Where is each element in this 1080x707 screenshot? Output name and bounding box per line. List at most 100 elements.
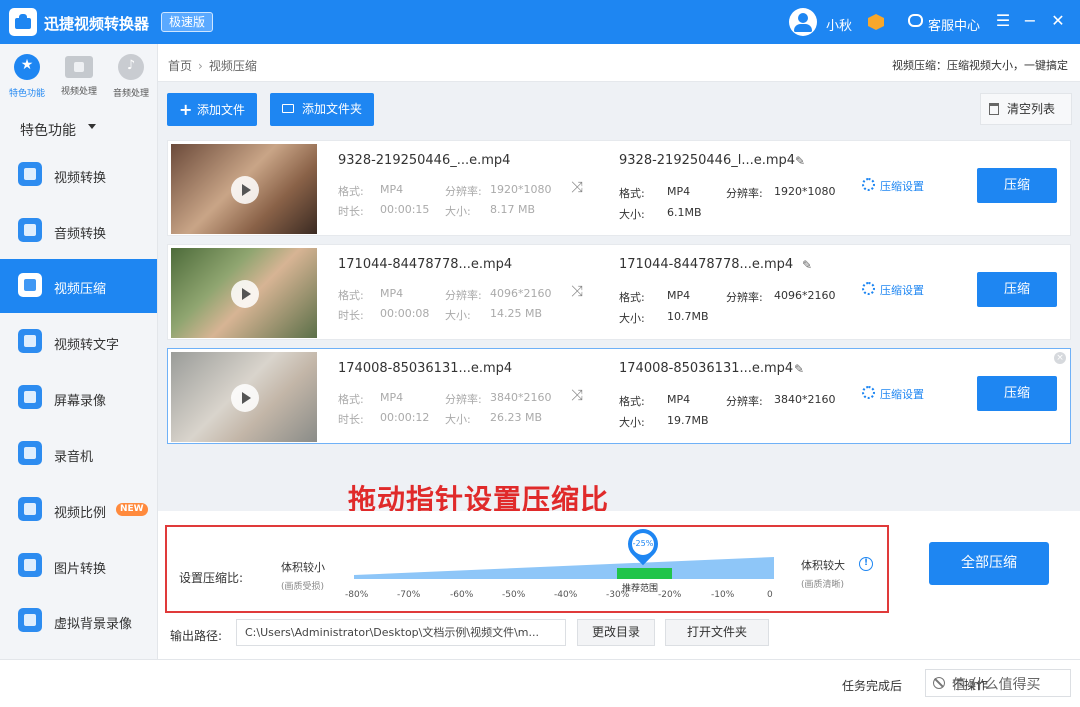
user-avatar-icon[interactable] — [789, 8, 817, 36]
plus-icon: + — [179, 100, 193, 119]
sidebar-item-recorder[interactable]: 录音机 — [0, 427, 157, 481]
resolution-label: 分辨率: — [445, 289, 482, 302]
output-resolution: 1920*1080 — [774, 185, 836, 198]
output-size: 6.1MB — [667, 206, 702, 219]
vip-icon[interactable] — [868, 14, 884, 30]
remove-file-icon[interactable]: × — [1054, 352, 1066, 364]
compression-slider-track[interactable] — [354, 557, 774, 579]
customer-service-link[interactable]: 客服中心 — [928, 15, 980, 34]
larger-size-label: 体积较大 — [801, 559, 845, 572]
sidebar-item-video-compress[interactable]: 视频压缩 — [0, 259, 157, 313]
slider-pointer-value[interactable]: -25% — [632, 533, 654, 555]
section-title[interactable]: 特色功能 — [20, 120, 76, 140]
new-badge: NEW — [116, 503, 148, 516]
film-icon — [65, 56, 93, 78]
slider-tick: -10% — [711, 590, 735, 600]
play-icon[interactable] — [231, 280, 259, 308]
chevron-down-icon[interactable] — [88, 124, 96, 129]
output-resolution-label: 分辨率: — [726, 395, 763, 408]
sidebar-item-screen-record[interactable]: 屏幕录像 — [0, 371, 157, 425]
title-bar: 迅捷视频转换器 极速版 小秋 客服中心 ☰ − ✕ — [0, 0, 1080, 44]
app-logo-icon — [9, 8, 37, 36]
sidebar-item-video-convert[interactable]: 视频转换 — [0, 148, 157, 202]
compress-settings-link[interactable]: 压缩设置 — [880, 386, 924, 402]
output-size: 19.7MB — [667, 414, 709, 427]
category-tab-audio[interactable]: 音频处理 — [108, 54, 154, 104]
sidebar-item-label: 屏幕录像 — [54, 394, 107, 409]
source-resolution: 3840*2160 — [490, 391, 552, 404]
change-directory-button[interactable]: 更改目录 — [577, 619, 655, 646]
video-to-text-icon — [18, 329, 42, 353]
category-tab-video[interactable]: 视频处理 — [56, 54, 102, 104]
gear-icon[interactable] — [862, 282, 875, 295]
format-label: 格式: — [338, 393, 364, 406]
breadcrumb-home[interactable]: 首页 — [168, 59, 192, 73]
source-duration: 00:00:12 — [380, 411, 430, 424]
sidebar-item-label: 录音机 — [54, 450, 94, 465]
gear-icon[interactable] — [862, 178, 875, 191]
clear-list-button[interactable]: 清空列表 — [980, 93, 1072, 125]
edit-icon[interactable]: ✎ — [794, 362, 804, 376]
compress-all-button[interactable]: 全部压缩 — [929, 542, 1049, 585]
slider-tick: -40% — [554, 590, 578, 600]
output-path-field[interactable]: C:\Users\Administrator\Desktop\文档示例\视频文件… — [236, 619, 566, 646]
sidebar-item-label: 视频转文字 — [54, 338, 120, 353]
add-folder-label: 添加文件夹 — [302, 102, 363, 116]
add-folder-button[interactable]: 添加文件夹 — [270, 93, 375, 126]
menu-icon[interactable]: ☰ — [992, 10, 1014, 32]
watermark: 值 什么值得买 — [952, 677, 1041, 693]
output-file-name: 174008-85036131...e.mp4 — [619, 361, 794, 376]
file-row[interactable]: 171044-84478778...e.mp4 格式: MP4 分辨率: 409… — [167, 244, 1071, 340]
sidebar-item-video-to-text[interactable]: 视频转文字 — [0, 315, 157, 369]
source-file-name: 174008-85036131...e.mp4 — [338, 361, 513, 376]
left-sidebar: 特色功能 视频处理 音频处理 特色功能 视频转换 音频转换 视频压缩 视频转文字… — [0, 44, 158, 659]
size-label: 大小: — [445, 205, 471, 218]
compress-button[interactable]: 压缩 — [977, 168, 1057, 203]
video-thumbnail[interactable] — [171, 248, 317, 338]
slider-tick: -50% — [502, 590, 526, 600]
play-icon[interactable] — [231, 176, 259, 204]
gear-icon[interactable] — [862, 386, 875, 399]
sidebar-item-label: 音频转换 — [54, 227, 107, 242]
play-icon[interactable] — [231, 384, 259, 412]
sidebar-item-video-ratio[interactable]: 视频比例 NEW — [0, 483, 157, 537]
screen-record-icon — [18, 385, 42, 409]
compress-button[interactable]: 压缩 — [977, 272, 1057, 307]
edit-icon[interactable]: ✎ — [795, 154, 805, 168]
image-convert-icon — [18, 553, 42, 577]
compress-button[interactable]: 压缩 — [977, 376, 1057, 411]
slider-tick: -30% — [606, 590, 630, 600]
video-thumbnail[interactable] — [171, 352, 317, 442]
file-row[interactable]: 9328-219250446_...e.mp4 格式: MP4 分辨率: 192… — [167, 140, 1071, 236]
after-task-label: 任务完成后 — [842, 679, 903, 693]
add-file-button[interactable]: + 添加文件 — [167, 93, 258, 126]
compress-settings-link[interactable]: 压缩设置 — [880, 178, 924, 194]
output-format-label: 格式: — [619, 395, 645, 408]
edit-icon[interactable]: ✎ — [802, 258, 812, 272]
audio-icon — [118, 54, 144, 80]
output-resolution: 4096*2160 — [774, 289, 836, 302]
compress-settings-link[interactable]: 压缩设置 — [880, 282, 924, 298]
customer-service-icon[interactable] — [908, 14, 923, 27]
output-resolution-label: 分辨率: — [726, 291, 763, 304]
category-tab-featured[interactable]: 特色功能 — [4, 54, 50, 104]
open-folder-button[interactable]: 打开文件夹 — [665, 619, 769, 646]
resolution-label: 分辨率: — [445, 185, 482, 198]
breadcrumb-separator: › — [198, 59, 203, 73]
compression-ratio-label: 设置压缩比: — [179, 571, 244, 585]
sidebar-item-audio-convert[interactable]: 音频转换 — [0, 204, 157, 258]
user-name[interactable]: 小秋 — [826, 15, 852, 34]
format-label: 格式: — [338, 185, 364, 198]
close-button[interactable]: ✕ — [1047, 10, 1069, 32]
output-file-name: 9328-219250446_l...e.mp4 — [619, 153, 796, 168]
sidebar-item-virtual-bg[interactable]: 虚拟背景录像 — [0, 594, 157, 648]
output-resolution: 3840*2160 — [774, 393, 836, 406]
main-content: 首页 › 视频压缩 视频压缩：压缩视频大小，一键搞定 + 添加文件 添加文件夹 清空列… — [158, 44, 1080, 659]
sidebar-item-image-convert[interactable]: 图片转换 — [0, 539, 157, 593]
file-row[interactable]: 174008-85036131...e.mp4 格式: MP4 分辨率: 384… — [167, 348, 1071, 444]
source-size: 26.23 MB — [490, 411, 543, 424]
minimize-button[interactable]: − — [1019, 10, 1041, 32]
video-thumbnail[interactable] — [171, 144, 317, 234]
larger-size-note: (画质清晰) — [801, 580, 845, 590]
info-icon[interactable]: ! — [859, 557, 873, 571]
